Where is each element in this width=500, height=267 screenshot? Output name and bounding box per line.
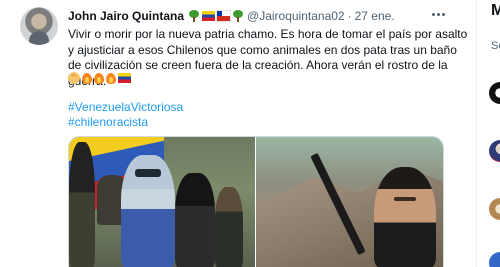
sidebar-subtitle: Sc xyxy=(491,40,500,52)
venezuela-flag-icon xyxy=(202,11,216,21)
hashtag-link[interactable]: #chilenoracista xyxy=(68,115,148,129)
palm-emoji-icon xyxy=(68,72,80,84)
tree-emoji-icon xyxy=(188,10,200,22)
suggested-user-avatar[interactable] xyxy=(489,140,500,162)
suggested-user-avatar[interactable] xyxy=(489,198,500,220)
right-sidebar: M Sc xyxy=(476,0,500,267)
fire-emoji-icon xyxy=(82,72,92,84)
hashtag-link[interactable]: #VenezuelaVictoriosa xyxy=(68,100,183,114)
tweet-media-grid xyxy=(68,136,444,267)
fire-emoji-icon xyxy=(94,72,104,84)
suggested-user-avatar[interactable] xyxy=(489,252,500,267)
author-name[interactable]: John Jairo Quintana xyxy=(68,9,184,23)
tweet-emoji-row xyxy=(68,71,131,85)
person-figure xyxy=(69,142,95,267)
more-options-icon[interactable] xyxy=(430,7,446,21)
author-handle[interactable]: @Jairoquintana02 xyxy=(247,9,345,23)
sidebar-title: M xyxy=(491,2,500,20)
tweet-card[interactable]: John Jairo Quintana @Jairoquintana02 · 2… xyxy=(0,0,476,267)
suggested-user-avatar[interactable] xyxy=(489,82,500,104)
author-name-emojis xyxy=(188,10,244,22)
separator-dot: · xyxy=(347,9,352,23)
venezuela-flag-icon xyxy=(118,73,131,83)
tweet-photo-protesters[interactable] xyxy=(69,137,255,267)
fire-emoji-icon xyxy=(106,72,116,84)
person-figure xyxy=(175,173,215,267)
author-avatar[interactable] xyxy=(20,7,58,45)
person-figure xyxy=(121,155,175,267)
person-figure xyxy=(215,187,243,267)
person-figure xyxy=(374,167,436,267)
chile-flag-icon xyxy=(216,10,232,22)
tweet-photo-armed-man[interactable] xyxy=(256,137,443,267)
tweet-date[interactable]: 27 ene. xyxy=(355,9,395,23)
tree-emoji-icon xyxy=(232,10,244,22)
tweet-header: John Jairo Quintana @Jairoquintana02 · 2… xyxy=(68,8,395,24)
